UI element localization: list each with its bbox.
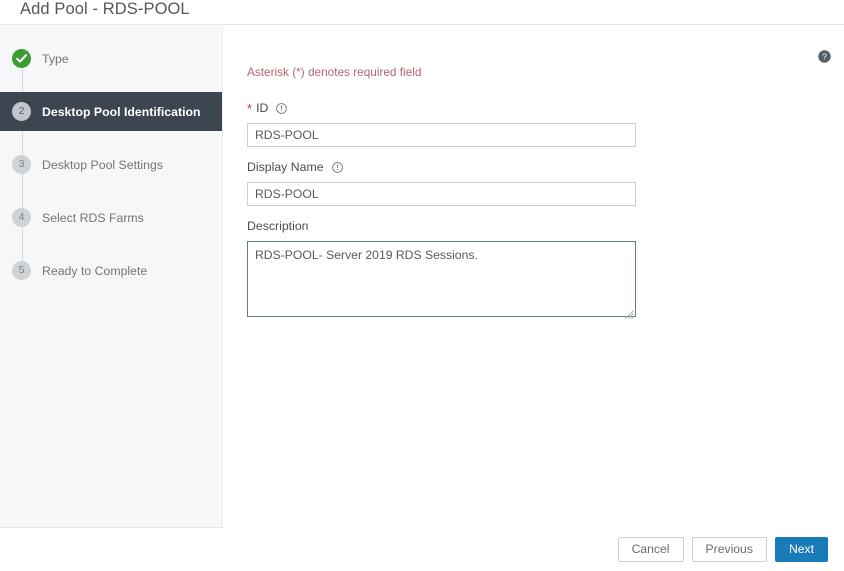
label-description: Description <box>247 219 844 233</box>
label-text-display-name: Display Name <box>247 160 324 174</box>
svg-text:?: ? <box>822 52 827 62</box>
description-textarea-wrap <box>247 241 636 319</box>
step-number-2: 2 <box>12 102 31 121</box>
step-number-4: 4 <box>12 208 31 227</box>
step-number-5: 5 <box>12 261 31 280</box>
field-group-description: Description <box>247 219 844 319</box>
help-circle-icon[interactable]: ? <box>818 50 831 63</box>
field-group-display-name: Display Name <box>247 160 844 206</box>
sidebar-step-type[interactable]: Type <box>0 39 222 78</box>
wizard-footer: Cancel Previous Next <box>0 528 844 571</box>
sidebar-step-select-rds-farms[interactable]: 4 Select RDS Farms <box>0 198 222 237</box>
sidebar-step-desktop-pool-settings[interactable]: 3 Desktop Pool Settings <box>0 145 222 184</box>
page-title: Add Pool - RDS-POOL <box>20 0 190 18</box>
label-text-id: ID <box>256 101 269 115</box>
step-list: Type 2 Desktop Pool Identification 3 Des… <box>0 39 222 290</box>
label-id: * ID <box>247 101 844 115</box>
previous-button[interactable]: Previous <box>691 537 767 562</box>
sidebar-step-label-2: Desktop Pool Identification <box>42 104 201 119</box>
next-button[interactable]: Next <box>774 537 828 562</box>
wizard-content-pane: ? Asterisk (*) denotes required field * … <box>223 25 844 528</box>
step-complete-check-icon <box>12 49 31 68</box>
required-asterisk-id: * <box>247 101 253 116</box>
sidebar-step-label-1: Type <box>42 51 69 66</box>
field-group-id: * ID <box>247 101 844 147</box>
sidebar-step-label-4: Select RDS Farms <box>42 210 144 225</box>
wizard-step-sidebar: Type 2 Desktop Pool Identification 3 Des… <box>0 25 223 528</box>
description-textarea[interactable] <box>247 241 636 317</box>
step-number-3: 3 <box>12 155 31 174</box>
label-text-description: Description <box>247 219 309 233</box>
info-circle-icon-id[interactable] <box>276 102 288 114</box>
sidebar-step-desktop-pool-identification[interactable]: 2 Desktop Pool Identification <box>0 92 222 131</box>
display-name-input[interactable] <box>247 182 636 206</box>
sidebar-step-label-3: Desktop Pool Settings <box>42 157 163 172</box>
wizard-header: Add Pool - RDS-POOL <box>0 0 844 25</box>
sidebar-step-label-5: Ready to Complete <box>42 263 148 278</box>
sidebar-step-ready-to-complete[interactable]: 5 Ready to Complete <box>0 251 222 290</box>
label-display-name: Display Name <box>247 160 844 174</box>
cancel-button[interactable]: Cancel <box>617 537 684 562</box>
id-input[interactable] <box>247 123 636 147</box>
info-circle-icon-display-name[interactable] <box>331 161 343 173</box>
required-field-note: Asterisk (*) denotes required field <box>247 65 422 79</box>
wizard-body: Type 2 Desktop Pool Identification 3 Des… <box>0 25 844 528</box>
